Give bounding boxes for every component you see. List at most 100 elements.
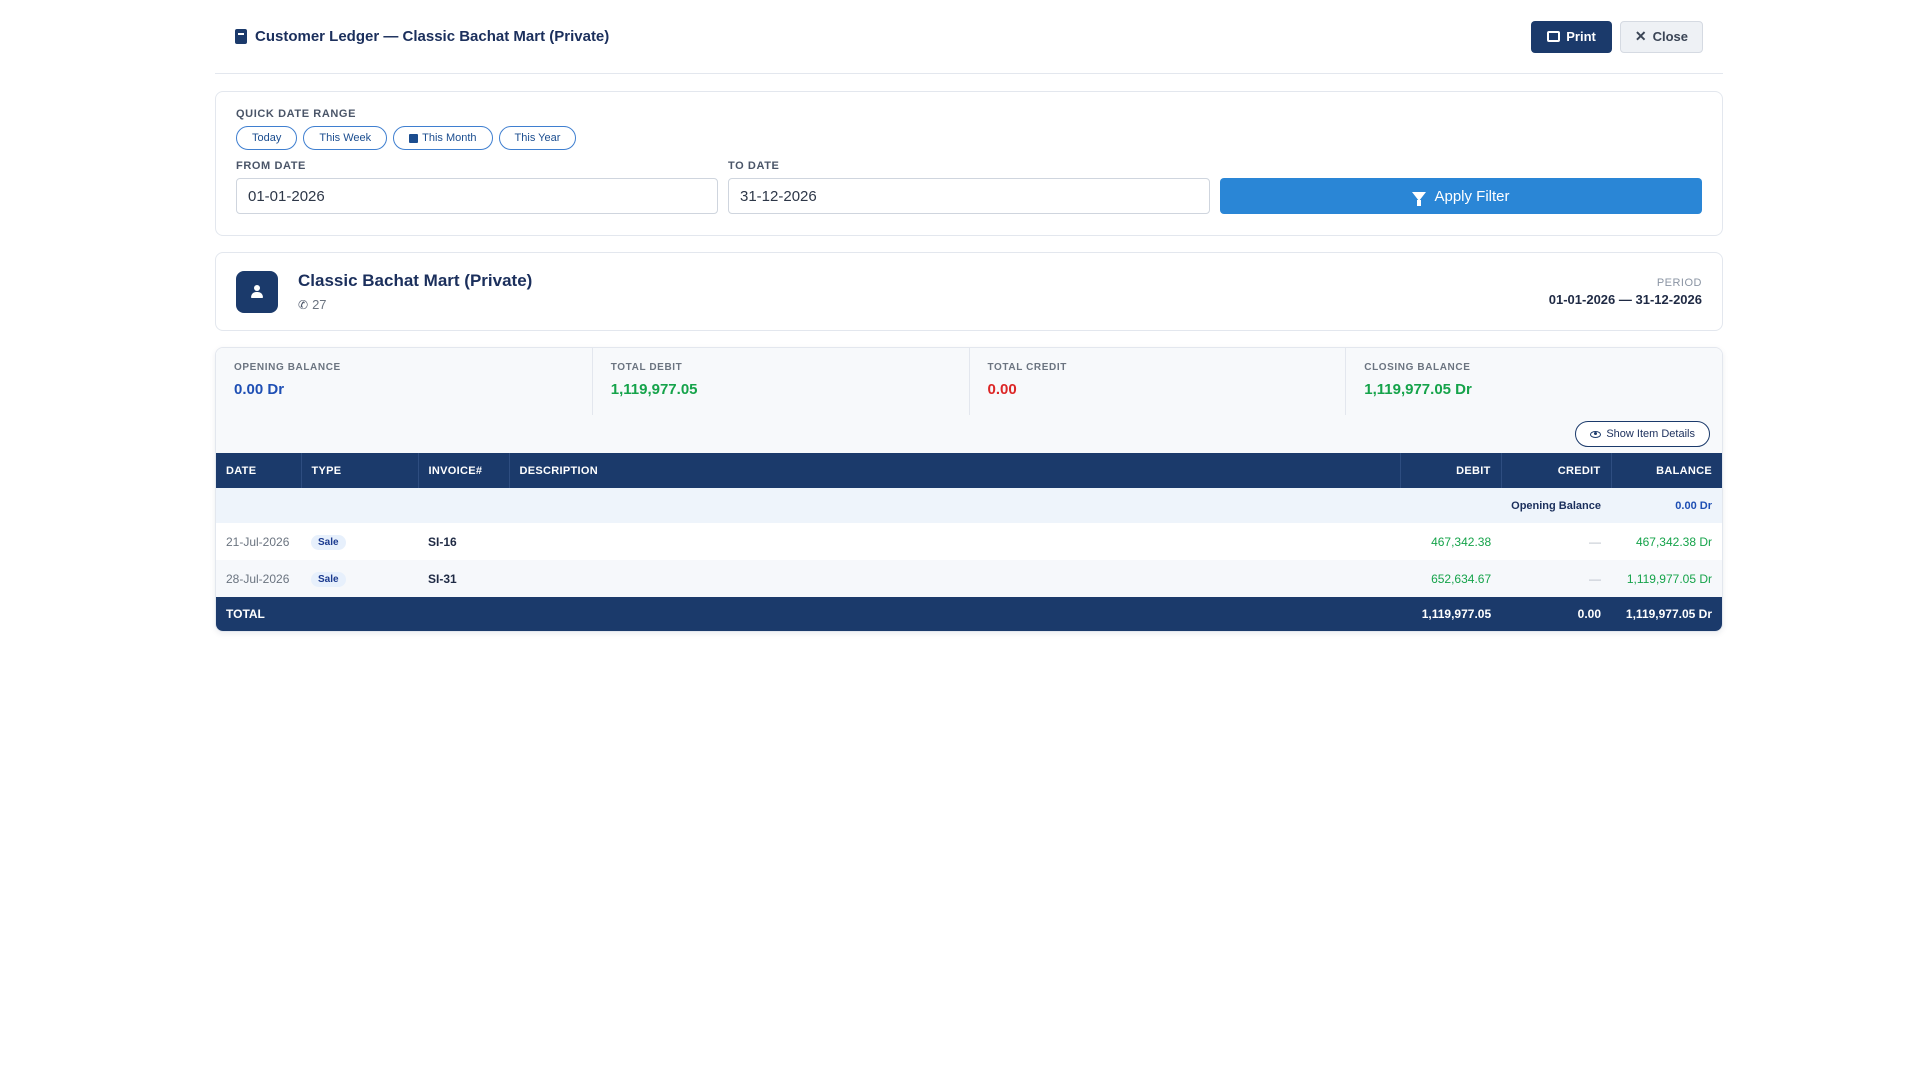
show-item-details-label: Show Item Details: [1606, 428, 1695, 440]
summary-bar: OPENING BALANCE 0.00 Dr TOTAL DEBIT 1,11…: [216, 348, 1722, 415]
ledger-page: Customer Ledger — Classic Bachat Mart (P…: [215, 0, 1723, 632]
eye-icon: [1590, 430, 1602, 438]
row-date: 28-Jul-2026: [216, 560, 301, 597]
table-row[interactable]: 21-Jul-2026 Sale SI-16 467,342.38 — 467,…: [216, 523, 1722, 560]
row-debit: 467,342.38: [1431, 534, 1492, 549]
row-debit: 652,634.67: [1400, 560, 1502, 597]
from-date-input[interactable]: [236, 178, 718, 214]
customer-name: Classic Bachat Mart (Private): [298, 271, 533, 290]
date-row: FROM DATE TO DATE Apply Filter: [236, 160, 1702, 214]
customer-details: Classic Bachat Mart (Private) ✆ 27: [298, 271, 532, 312]
chip-this-month-label: This Month: [422, 132, 477, 144]
from-date-label: FROM DATE: [236, 160, 306, 172]
to-date-group: TO DATE: [728, 160, 1210, 214]
opening-balance-row: Opening Balance 0.00 Dr: [216, 488, 1722, 523]
period-value: 01-01-2026 — 31-12-2026: [1548, 291, 1702, 307]
show-item-details-button[interactable]: Show Item Details: [1575, 421, 1710, 447]
row-credit: —: [1589, 534, 1601, 549]
col-debit[interactable]: DEBIT: [1400, 453, 1502, 488]
total-credit-value: 0.00: [987, 381, 1017, 398]
customer-info: Classic Bachat Mart (Private) ✆ 27: [236, 270, 532, 313]
page-title-text: Customer Ledger — Classic Bachat Mart (P…: [255, 28, 610, 45]
col-description[interactable]: DESCRIPTION: [509, 453, 1401, 488]
ledger-table: DATE TYPE INVOICE# DESCRIPTION DEBIT CRE…: [216, 453, 1722, 631]
calendar-icon: [409, 133, 419, 143]
closing-balance-value: 1,119,977.05 Dr: [1364, 381, 1472, 398]
period-info: PERIOD 01-01-2026 — 31-12-2026: [1549, 277, 1702, 307]
table-row[interactable]: 28-Jul-2026 Sale SI-31 652,634.67 — 1,11…: [216, 560, 1722, 597]
row-type: Sale: [301, 560, 418, 597]
row-balance: 467,342.38 Dr: [1635, 534, 1712, 549]
from-date-group: FROM DATE: [236, 160, 718, 214]
row-type: Sale: [301, 523, 418, 560]
printer-icon: [1547, 31, 1561, 42]
col-invoice[interactable]: INVOICE#: [418, 453, 510, 488]
col-date[interactable]: DATE: [216, 453, 302, 488]
chip-this-year[interactable]: This Year: [498, 126, 577, 150]
avatar: [236, 270, 278, 313]
opening-row-balance: 0.00 Dr: [1611, 488, 1722, 523]
print-button[interactable]: Print: [1531, 20, 1612, 53]
toggle-row: Show Item Details: [216, 415, 1722, 453]
row-date: 21-Jul-2026: [226, 534, 290, 549]
row-description: [509, 560, 1401, 597]
chip-this-year-label: This Year: [514, 132, 561, 144]
page-header: Customer Ledger — Classic Bachat Mart (P…: [215, 0, 1723, 74]
closing-balance-label: CLOSING BALANCE: [1364, 362, 1471, 373]
to-date-label: TO DATE: [728, 160, 780, 172]
apply-filter-button[interactable]: Apply Filter: [1220, 178, 1702, 214]
type-badge: Sale: [311, 534, 346, 550]
closing-balance-cell: CLOSING BALANCE 1,119,977.05 Dr: [1346, 348, 1722, 415]
total-credit: 0.00: [1501, 597, 1611, 631]
total-balance: 1,119,977.05 Dr: [1611, 597, 1722, 631]
chip-this-week[interactable]: This Week: [303, 126, 388, 150]
opening-row-label: Opening Balance: [1501, 488, 1611, 523]
page-title: Customer Ledger — Classic Bachat Mart (P…: [235, 28, 609, 45]
total-label: TOTAL: [216, 597, 1401, 631]
total-debit-label: TOTAL DEBIT: [610, 362, 683, 373]
total-debit-cell: TOTAL DEBIT 1,119,977.05: [593, 348, 970, 415]
type-badge: Sale: [311, 571, 346, 587]
opening-balance-cell: OPENING BALANCE 0.00 Dr: [216, 348, 593, 415]
row-invoice[interactable]: SI-31: [418, 560, 509, 597]
total-credit-cell: TOTAL CREDIT 0.00: [970, 348, 1347, 415]
apply-group: Apply Filter: [1220, 160, 1702, 214]
user-icon: [250, 284, 264, 299]
chip-today[interactable]: Today: [236, 126, 298, 150]
close-button[interactable]: ✕ Close: [1619, 20, 1703, 53]
filter-card: QUICK DATE RANGE Today This Week This Mo…: [215, 91, 1723, 236]
quick-range-label: QUICK DATE RANGE: [236, 108, 357, 120]
total-row: TOTAL 1,119,977.05 0.00 1,119,977.05 Dr: [216, 597, 1722, 631]
quick-range-chips: Today This Week This Month This Year: [236, 126, 1702, 150]
header-actions: Print ✕ Close: [1531, 20, 1703, 53]
print-button-label: Print: [1566, 29, 1596, 44]
opening-balance-value: 0.00 Dr: [234, 381, 285, 398]
close-button-label: Close: [1652, 29, 1688, 44]
close-icon: ✕: [1634, 28, 1647, 44]
total-credit-label: TOTAL CREDIT: [987, 362, 1067, 373]
to-date-input[interactable]: [728, 178, 1210, 214]
apply-filter-label: Apply Filter: [1434, 187, 1510, 205]
table-header-row: DATE TYPE INVOICE# DESCRIPTION DEBIT CRE…: [216, 453, 1722, 488]
row-credit: —: [1501, 560, 1611, 597]
customer-phone-value: 27: [312, 297, 327, 312]
opening-balance-label: OPENING BALANCE: [234, 362, 341, 373]
phone-icon: ✆: [298, 297, 309, 312]
chip-this-month[interactable]: This Month: [393, 126, 493, 150]
book-icon: [235, 29, 247, 44]
total-debit-value: 1,119,977.05: [610, 381, 698, 398]
chip-today-label: Today: [252, 132, 282, 144]
ledger-card: OPENING BALANCE 0.00 Dr TOTAL DEBIT 1,11…: [215, 347, 1723, 632]
col-credit[interactable]: CREDIT: [1501, 453, 1612, 488]
chip-this-week-label: This Week: [319, 132, 372, 144]
row-balance: 1,119,977.05 Dr: [1611, 560, 1722, 597]
filter-icon: [1412, 191, 1427, 206]
period-label: PERIOD: [1656, 276, 1702, 289]
row-invoice[interactable]: SI-16: [418, 523, 509, 560]
row-description: [509, 523, 1400, 560]
customer-phone: ✆ 27: [298, 297, 532, 312]
col-type[interactable]: TYPE: [301, 453, 419, 488]
col-balance[interactable]: BALANCE: [1611, 453, 1722, 488]
customer-card: Classic Bachat Mart (Private) ✆ 27 PERIO…: [215, 252, 1723, 331]
total-debit: 1,119,977.05: [1400, 597, 1502, 631]
